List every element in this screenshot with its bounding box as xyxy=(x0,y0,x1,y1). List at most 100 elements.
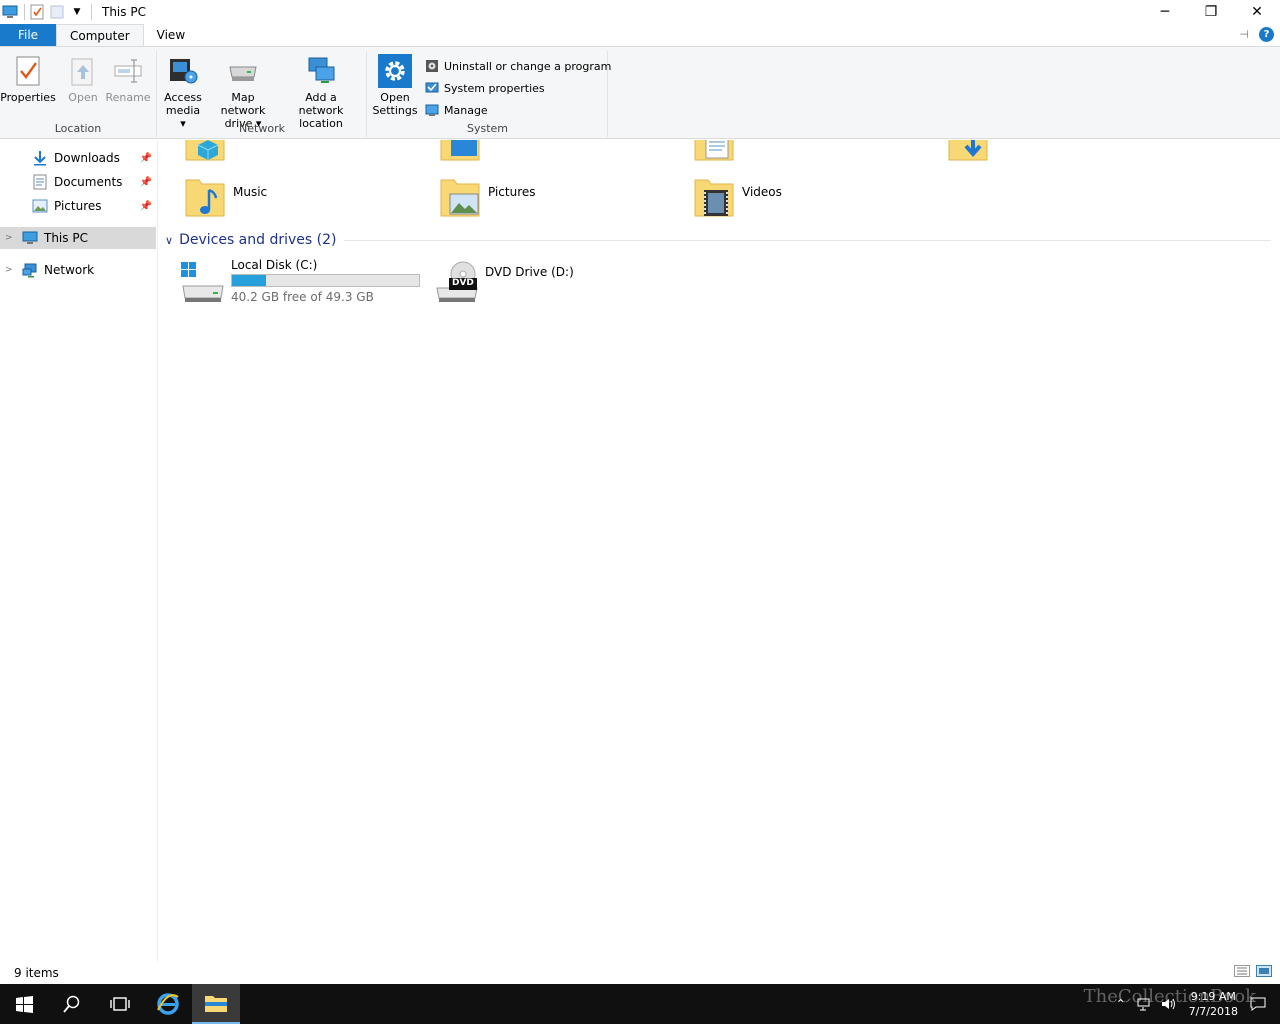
details-view-icon[interactable] xyxy=(1234,965,1250,980)
properties-button[interactable]: Properties xyxy=(0,53,56,104)
navigation-pane[interactable]: Downloads 📌 Documents 📌 Pictures 📌 > Thi… xyxy=(0,140,158,962)
ribbon-tabs: File Computer View ⊣ ? xyxy=(0,24,1280,46)
search-icon xyxy=(63,995,80,1013)
folder-pictures[interactable]: Pictures xyxy=(438,176,536,220)
customize-qat-chevron-icon[interactable]: ▼ xyxy=(69,4,85,20)
documents-icon xyxy=(32,174,48,190)
expand-chevron-icon[interactable]: > xyxy=(5,265,17,275)
open-settings-label-1: Open xyxy=(380,91,410,104)
nav-item-this-pc[interactable]: > This PC xyxy=(0,227,156,249)
open-button[interactable]: Open xyxy=(65,53,101,104)
manage-icon xyxy=(424,102,440,118)
devices-drives-section-header[interactable]: ∨ Devices and drives (2) xyxy=(165,232,1271,248)
group-location-label: Location xyxy=(54,122,102,135)
expand-chevron-icon[interactable]: > xyxy=(5,233,17,243)
group-system-label: System xyxy=(466,122,509,135)
group-location: Properties Open Rename Location xyxy=(0,51,157,137)
settings-gear-icon xyxy=(377,53,413,89)
drive-free-space: 40.2 GB free of 49.3 GB xyxy=(231,290,374,304)
add-network-location-button[interactable]: Add a network location xyxy=(282,53,360,130)
nav-item-label: Documents xyxy=(54,175,123,189)
nav-item-label: Downloads xyxy=(54,151,120,165)
file-explorer-icon xyxy=(205,996,227,1012)
downloads-icon xyxy=(32,150,48,166)
open-label: Open xyxy=(68,91,98,104)
folder-name: Pictures xyxy=(488,185,536,199)
folder-music[interactable]: Music xyxy=(183,176,267,220)
open-settings-button[interactable]: Open Settings xyxy=(372,53,418,117)
folder-3d-objects-icon xyxy=(183,140,227,168)
properties-icon xyxy=(10,53,46,89)
folder-pictures-icon xyxy=(438,176,482,220)
folder-desktop-icon xyxy=(438,140,482,168)
pin-icon[interactable]: 📌 xyxy=(140,153,152,164)
tab-view[interactable]: View xyxy=(144,24,198,46)
group-system: Open Settings Uninstall or change a prog… xyxy=(368,51,611,137)
taskbar-internet-explorer[interactable] xyxy=(144,984,192,1024)
help-button[interactable]: ? xyxy=(1259,27,1274,42)
content-area[interactable]: Music Pictures Videos ∨ Devices and driv… xyxy=(159,140,1280,962)
tab-computer[interactable]: Computer xyxy=(56,24,144,46)
pin-icon[interactable]: 📌 xyxy=(140,201,152,212)
windows-logo-icon xyxy=(15,995,33,1013)
this-pc-icon[interactable] xyxy=(2,4,18,20)
folder-documents-icon xyxy=(692,140,736,168)
dvd-badge: DVD xyxy=(452,278,474,288)
this-pc-icon xyxy=(22,230,38,246)
rename-button[interactable]: Rename xyxy=(105,53,151,104)
folder-name: Music xyxy=(233,185,268,199)
drive-dvd-d[interactable]: DVD DVD Drive (D:) xyxy=(433,258,574,306)
large-icons-view-icon[interactable] xyxy=(1256,965,1272,980)
drive-local-disk-c[interactable]: Local Disk (C:) 40.2 GB free of 49.3 GB xyxy=(179,258,420,306)
nav-item-pictures[interactable]: Pictures 📌 xyxy=(0,195,156,217)
system-properties-button[interactable]: System properties xyxy=(424,78,545,98)
network-location-icon xyxy=(303,53,339,89)
qat-separator xyxy=(24,4,25,20)
watermark: TheCollectionBook xyxy=(1083,986,1256,1007)
quick-access-toolbar: ▼ xyxy=(0,0,96,24)
properties-label: Properties xyxy=(0,91,56,104)
pin-ribbon-icon[interactable]: ⊣ xyxy=(1239,28,1249,41)
folder-downloads[interactable] xyxy=(946,140,990,168)
start-button[interactable] xyxy=(0,984,48,1024)
nav-item-label: Network xyxy=(44,263,95,277)
status-bar: 9 items xyxy=(0,962,1280,984)
folder-videos-icon xyxy=(692,176,736,220)
drive-name: DVD Drive (D:) xyxy=(485,265,574,279)
group-network-label: Network xyxy=(239,122,285,135)
drive-usage-bar xyxy=(231,274,420,287)
tab-file[interactable]: File xyxy=(0,24,56,46)
rename-label: Rename xyxy=(105,91,151,104)
collapse-chevron-icon[interactable]: ∨ xyxy=(165,234,173,247)
nav-item-label: This PC xyxy=(44,231,88,245)
search-button[interactable] xyxy=(48,984,96,1024)
uninstall-label: Uninstall or change a program xyxy=(444,59,612,73)
nav-item-network[interactable]: > Network xyxy=(0,259,156,281)
folder-desktop[interactable] xyxy=(438,140,482,168)
properties-icon[interactable] xyxy=(29,4,45,20)
title-bar: ▼ This PC ─ ❐ ✕ xyxy=(0,0,1280,24)
taskbar: ⌃ 9:19 AM 7/7/2018 TheCollectionBook xyxy=(0,984,1280,1024)
folder-documents[interactable] xyxy=(692,140,736,168)
close-button[interactable]: ✕ xyxy=(1234,0,1280,24)
restore-button[interactable]: ❐ xyxy=(1188,0,1234,24)
minimize-button[interactable]: ─ xyxy=(1142,0,1188,24)
nav-item-downloads[interactable]: Downloads 📌 xyxy=(0,147,156,169)
pin-icon[interactable]: 📌 xyxy=(140,177,152,188)
folder-name: Videos xyxy=(742,185,782,199)
folder-downloads-icon xyxy=(946,140,990,168)
open-settings-label-2: Settings xyxy=(372,104,418,117)
task-view-button[interactable] xyxy=(96,984,144,1024)
new-folder-icon[interactable] xyxy=(49,4,65,20)
access-media-button[interactable]: Access media ▾ xyxy=(162,53,204,130)
map-network-drive-button[interactable]: Map network drive ▾ xyxy=(208,53,278,130)
folder-videos[interactable]: Videos xyxy=(692,176,782,220)
nav-item-documents[interactable]: Documents 📌 xyxy=(0,171,156,193)
taskbar-file-explorer[interactable] xyxy=(192,984,240,1024)
folder-3d-objects[interactable] xyxy=(183,140,227,168)
network-drive-icon xyxy=(225,53,261,89)
system-properties-label: System properties xyxy=(444,81,545,95)
uninstall-program-button[interactable]: Uninstall or change a program xyxy=(424,56,611,76)
folder-music-icon xyxy=(183,176,227,220)
manage-button[interactable]: Manage xyxy=(424,100,488,120)
